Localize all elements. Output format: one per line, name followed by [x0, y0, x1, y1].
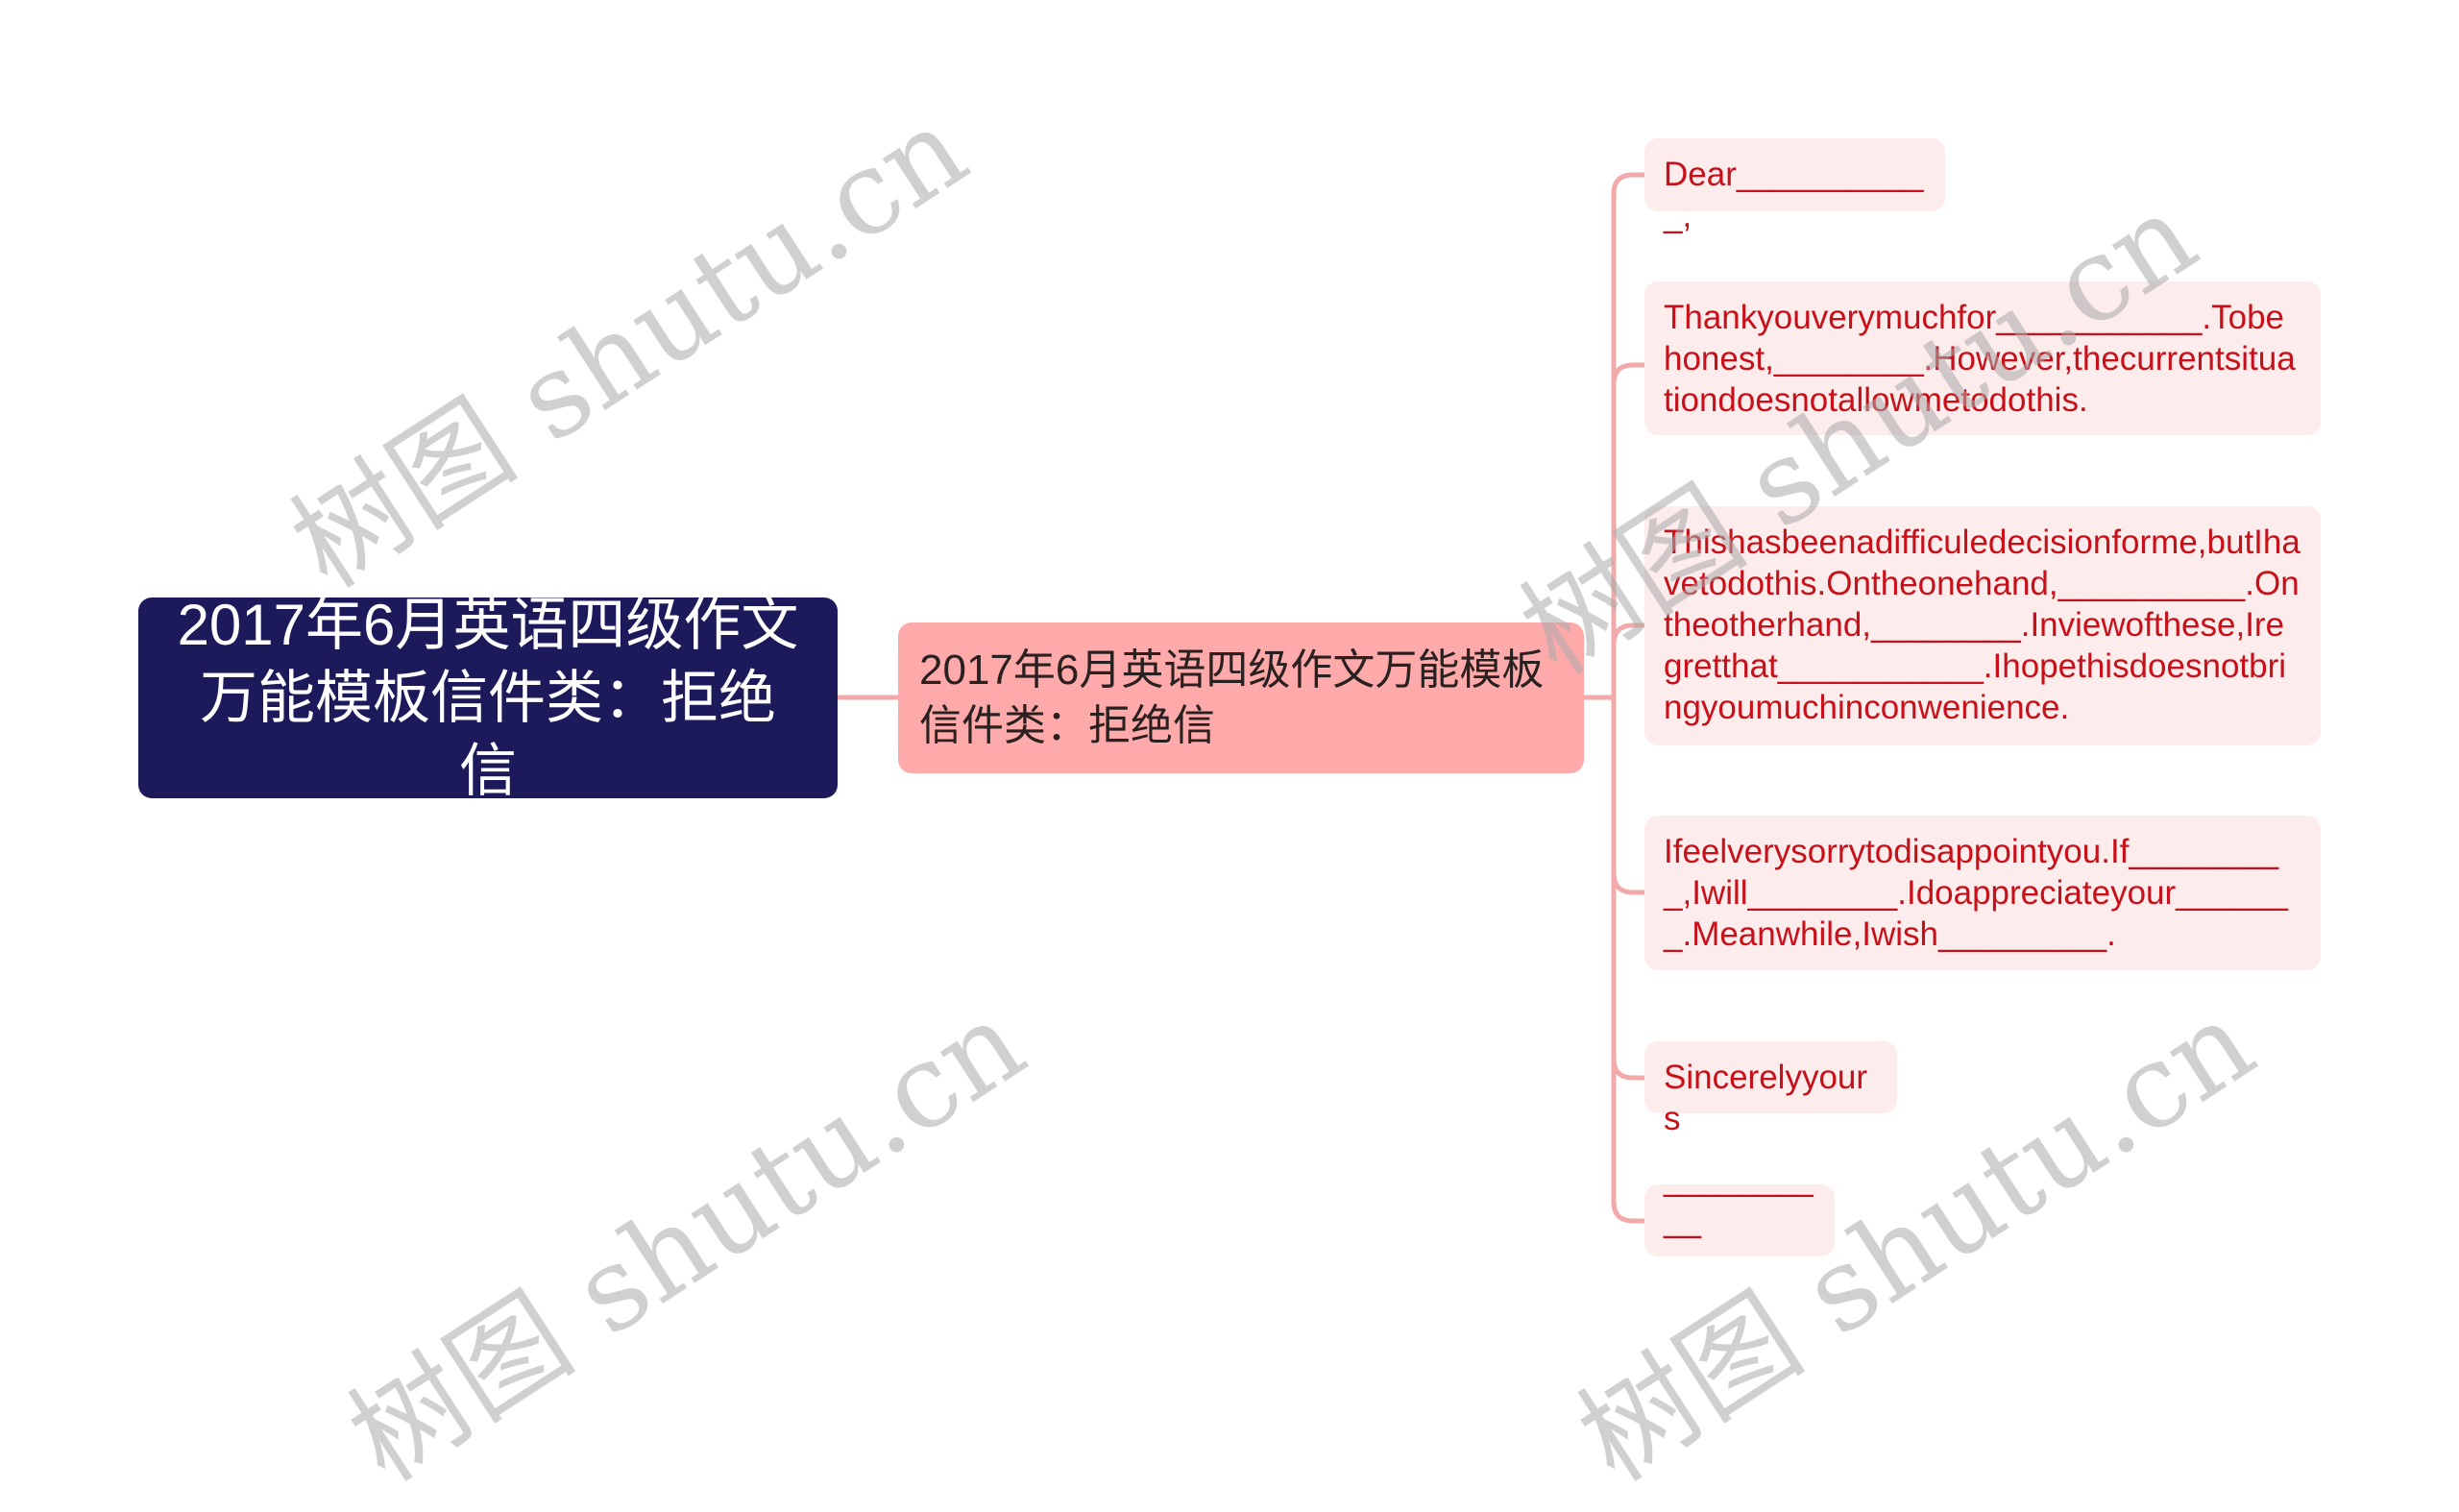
root-node-label: 2017年6月英语四级作文万能模板信件类：拒绝信 [177, 592, 799, 803]
leaf-node-label: Thishasbeenadifficuledecisionforme,butIh… [1664, 524, 2301, 726]
leaf-node-apology[interactable]: Ifeelverysorrytodisappointyou.If________… [1644, 816, 2321, 970]
leaf-node-label: Ifeelverysorrytodisappointyou.If________… [1664, 833, 2288, 953]
leaf-node-greeting[interactable]: Dear___________, [1644, 138, 1945, 234]
leaf-connector [1611, 1058, 1644, 1081]
leaf-connector [1611, 362, 1644, 385]
leaf-node-label: Dear___________, [1664, 156, 1924, 234]
leaf-connector [1611, 172, 1644, 697]
leaf-node-decision[interactable]: Thishasbeenadifficuledecisionforme,butIh… [1644, 506, 2321, 745]
leaf-node-signature[interactable]: __________ [1644, 1160, 1835, 1256]
leaf-connector [1611, 872, 1644, 895]
branch-node-label: 2017年6月英语四级作文万能模板信件类：拒绝信 [919, 646, 1545, 749]
root-node[interactable]: 2017年6月英语四级作文万能模板信件类：拒绝信 [138, 593, 838, 803]
leaf-connector [1611, 697, 1644, 1224]
leaf-node-closing[interactable]: Sincerelyyours [1644, 1041, 1897, 1137]
leaf-connector [1611, 622, 1644, 646]
leaf-node-label: Sincerelyyours [1664, 1059, 1868, 1137]
leaf-node-thanks[interactable]: Thankyouverymuchfor___________.Tobehones… [1644, 281, 2321, 435]
branch-node[interactable]: 2017年6月英语四级作文万能模板信件类：拒绝信 [898, 622, 1584, 773]
leaf-node-label: Thankyouverymuchfor___________.Tobehones… [1664, 299, 2296, 419]
leaf-node-label: __________ [1664, 1160, 1814, 1239]
